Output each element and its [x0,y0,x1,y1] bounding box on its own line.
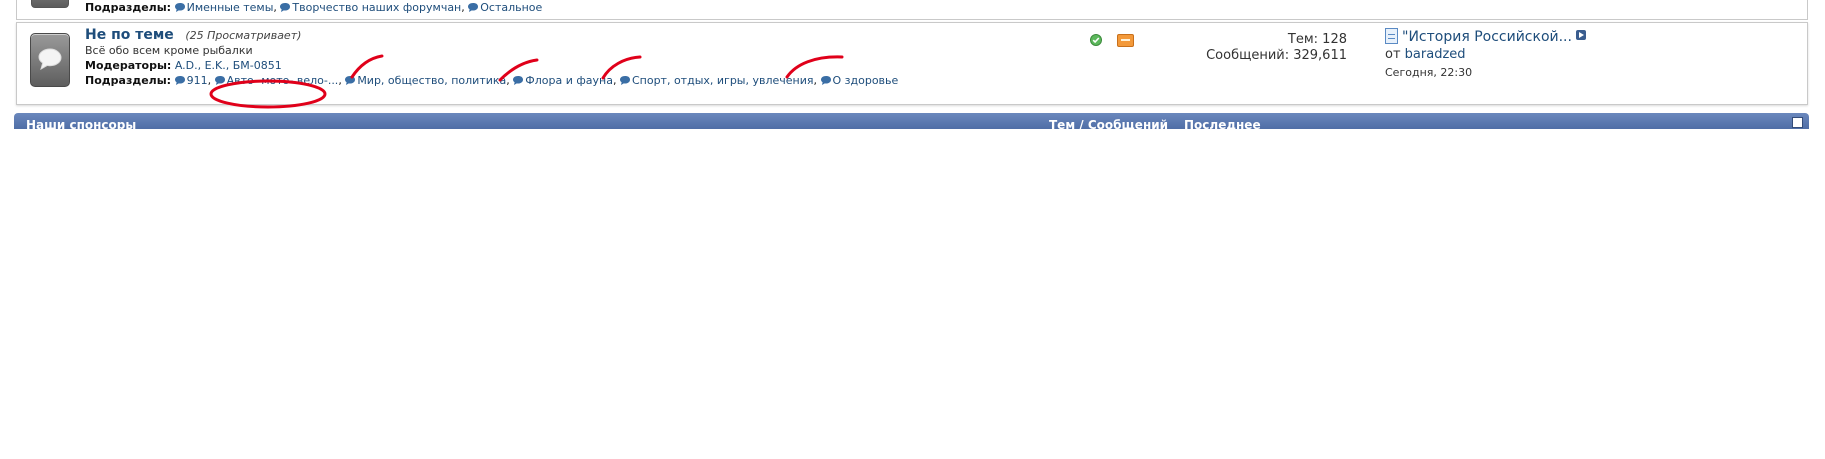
subforum-link-world[interactable]: Мир, общество, политика [357,74,506,87]
forum-status-icon [31,0,69,8]
moderators-label: Модераторы: [85,59,172,72]
subforum-link-flora[interactable]: Флора и фауна [525,74,613,87]
speech-bubble-icon [174,76,185,85]
subforum-link[interactable]: Остальное [480,1,542,14]
subforum-link[interactable]: Именные темы [187,1,274,14]
subforum-link[interactable]: Творчество наших форумчан [292,1,461,14]
collapse-icon[interactable] [1792,117,1803,128]
last-post-title-link[interactable]: "История Российской... [1402,29,1572,45]
forum-title-link[interactable]: Не по теме [85,27,174,43]
column-threads-posts: Тем / Сообщений [1049,118,1169,129]
moderators-line: Модераторы: A.D., E.K., БМ-0851 [85,59,898,72]
last-post: "История Российской... от baradzed Сегод… [1385,28,1586,79]
last-post-author-link[interactable]: baradzed [1405,47,1466,62]
last-post-time: Сегодня, 22:30 [1385,66,1586,79]
subforum-link-auto[interactable]: Авто- мото- вело-... [227,74,339,87]
forum-row-previous: Подразделы: Именные темы, Творчество наш… [16,0,1808,20]
subforum-list: Подразделы: 911, Авто- мото- вело-..., М… [85,74,899,87]
speech-bubble-icon [174,3,185,12]
subforum-link-911[interactable]: 911 [187,74,208,87]
by-prefix: от [1385,47,1401,62]
speech-bubble-icon [214,76,225,85]
thread-count: Тем: 128 [1287,32,1347,47]
subforum-list: Подразделы: Именные темы, Творчество наш… [85,1,543,14]
subforum-link-health[interactable]: О здоровье [833,74,899,87]
speech-bubble-icon [513,76,524,85]
forum-row-offtopic: Не по теме (25 Просматривает) Всё обо вс… [16,22,1808,105]
speech-bubble-icon [38,48,62,70]
forum-description: Всё обо всем кроме рыбалки [85,44,253,57]
viewers-count: (25 Просматривает) [185,29,302,42]
subforums-label: Подразделы: [85,1,172,14]
post-count: Сообщений: 329,611 [1206,48,1347,63]
speech-bubble-icon [345,76,356,85]
speech-bubble-icon [280,3,291,12]
goto-last-icon[interactable] [1575,30,1586,40]
forum-status-icon [30,33,70,87]
column-last-post: Последнее [1184,118,1261,129]
moderators-links[interactable]: A.D., E.K., БМ-0851 [175,59,282,72]
last-post-author-line: от baradzed [1385,47,1586,62]
last-post-date: Сегодня, [1385,66,1437,79]
document-icon [1385,28,1398,44]
rss-icon[interactable] [1117,34,1134,47]
speech-bubble-icon [468,3,479,12]
subforum-link-sport[interactable]: Спорт, отдых, игры, увлечения [632,74,814,87]
category-title[interactable]: Наши спонсоры [26,118,136,129]
speech-bubble-icon [619,76,630,85]
forum-stats: Тем: 128 Сообщений: 329,611 [1206,32,1347,64]
category-header: Наши спонсоры Тем / Сообщений Последнее [14,113,1809,129]
subforums-label: Подразделы: [85,74,172,87]
status-ok-icon [1090,34,1102,46]
forum-info: Не по теме (25 Просматривает) Всё обо вс… [85,27,898,87]
speech-bubble-icon [820,76,831,85]
last-post-clock: 22:30 [1440,66,1473,79]
